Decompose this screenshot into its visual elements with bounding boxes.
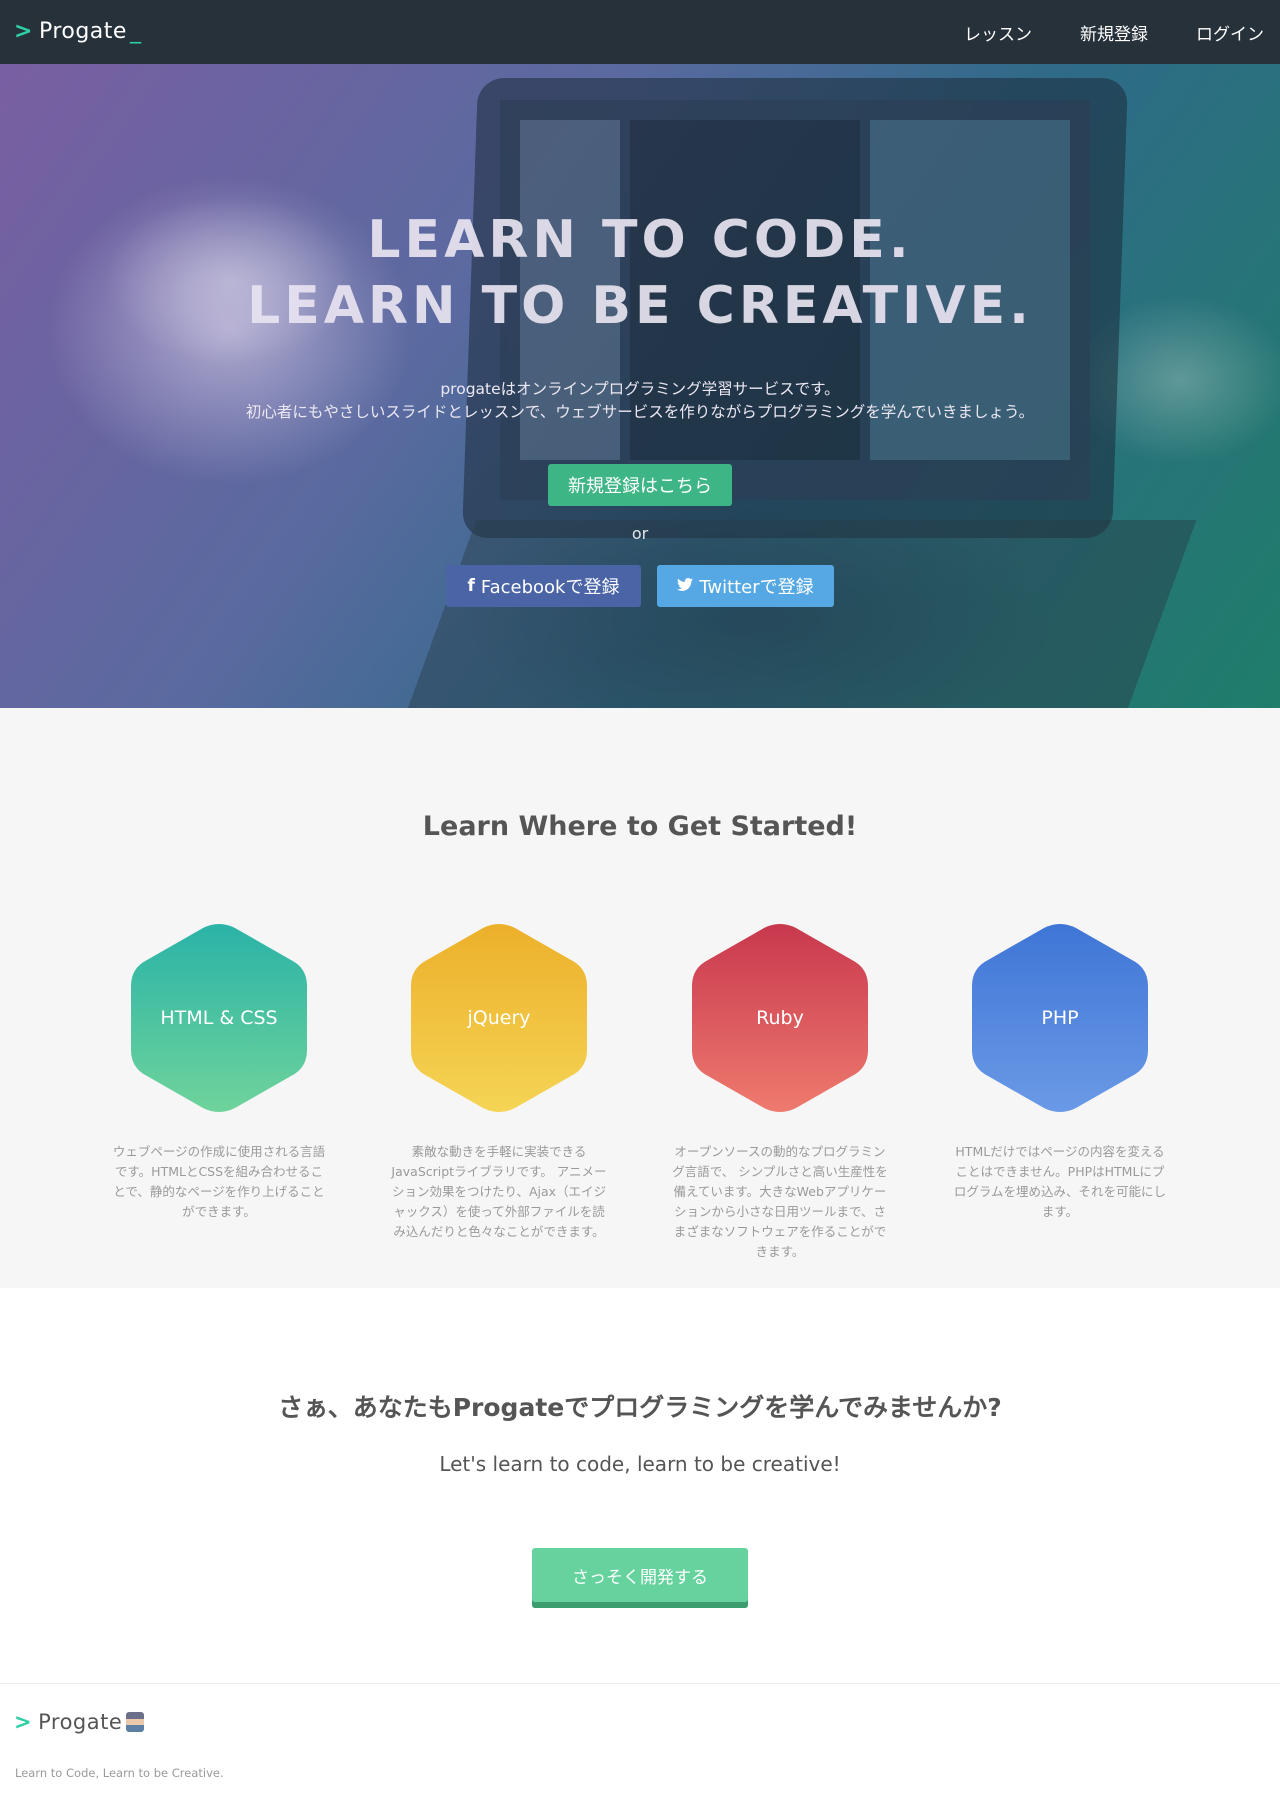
ninja-mascot-icon [126, 1712, 145, 1732]
hero-title-line2: LEARN TO BE CREATIVE. [247, 276, 1033, 336]
course-hexagon[interactable]: HTML & CSS [131, 922, 307, 1114]
cta-section: さぁ、あなたもProgateでプログラミングを学んでみませんか? Let's l… [0, 1288, 1280, 1683]
progate-logo[interactable]: > Progate _ [14, 16, 141, 46]
cta-subtitle: Let's learn to code, learn to be creativ… [439, 1452, 841, 1476]
cursor-underscore-icon: _ [129, 18, 142, 44]
nav-login-link[interactable]: ログイン [1196, 20, 1264, 45]
nav-signup-link[interactable]: 新規登録 [1080, 20, 1148, 45]
courses-section: Learn Where to Get Started! HTML & CSS ウ… [0, 708, 1280, 1288]
hero-subtitle-line2: 初心者にもやさしいスライドとレッスンで、ウェブサービスを作りながらプログラミング… [245, 403, 1035, 421]
nav-lessons-link[interactable]: レッスン [964, 20, 1032, 45]
course-hexagon[interactable]: PHP [972, 922, 1148, 1114]
footer-logo[interactable]: > Progate [14, 1710, 145, 1734]
hero-content: LEARN TO CODE. LEARN TO BE CREATIVE. pro… [0, 0, 1280, 708]
footer-tagline: Learn to Code, Learn to be Creative. [15, 1766, 224, 1780]
course-description: オープンソースの動的なプログラミング言語で、 シンプルさと高い生産性を備えていま… [672, 1144, 888, 1259]
course-ruby[interactable]: Ruby オープンソースの動的なプログラミング言語で、 シンプルさと高い生産性を… [650, 922, 910, 1262]
hero-section: LEARN TO CODE. LEARN TO BE CREATIVE. pro… [0, 0, 1280, 708]
footer-logo-text: Progate [38, 1710, 123, 1734]
course-php[interactable]: PHP HTMLだけではページの内容を変えることはできません。PHPはHTMLに… [930, 922, 1190, 1222]
hero-subtitle-line1: progateはオンラインプログラミング学習サービスです。 [440, 380, 840, 398]
start-developing-button[interactable]: さっそく開発する [532, 1548, 748, 1608]
main-nav: レッスン 新規登録 ログイン [964, 0, 1280, 64]
chevron-right-icon: > [14, 1710, 33, 1734]
twitter-signup-label: Twitterで登録 [699, 577, 814, 598]
course-label: HTML & CSS [160, 1007, 278, 1029]
course-label: jQuery [467, 1007, 531, 1029]
course-hexagon[interactable]: jQuery [411, 922, 587, 1114]
footer: > Progate Learn to Code, Learn to be Cre… [0, 1683, 1280, 1808]
course-description: HTMLだけではページの内容を変えることはできません。PHPはHTMLにプログラ… [953, 1144, 1167, 1219]
or-divider: or [631, 524, 649, 543]
hero-title-line1: LEARN TO CODE. [367, 210, 913, 270]
facebook-icon: f [467, 576, 475, 596]
signup-button[interactable]: 新規登録はこちら [548, 464, 732, 506]
cta-title: さぁ、あなたもProgateでプログラミングを学んでみませんか? [278, 1393, 1002, 1422]
facebook-signup-label: Facebookで登録 [480, 577, 620, 598]
course-description: ウェブページの作成に使用される言語です。HTMLとCSSを組み合わせることで、静… [112, 1144, 326, 1219]
twitter-bird-icon [677, 576, 694, 596]
course-hexagon[interactable]: Ruby [692, 922, 868, 1114]
twitter-signup-button[interactable]: Twitterで登録 [657, 565, 834, 607]
course-label: PHP [1041, 1007, 1079, 1029]
courses-title: Learn Where to Get Started! [422, 811, 858, 842]
top-navbar: > Progate _ レッスン 新規登録 ログイン [0, 0, 1280, 64]
course-label: Ruby [756, 1007, 804, 1029]
logo-text: Progate [38, 18, 127, 44]
course-description: 素敵な動きを手軽に実装できるJavaScriptライブラリです。 アニメーション… [391, 1144, 607, 1239]
facebook-signup-button[interactable]: f Facebookで登録 [446, 565, 641, 607]
course-html-css[interactable]: HTML & CSS ウェブページの作成に使用される言語です。HTMLとCSSを… [89, 922, 349, 1222]
course-jquery[interactable]: jQuery 素敵な動きを手軽に実装できるJavaScriptライブラリです。 … [369, 922, 629, 1242]
chevron-right-icon: > [14, 18, 33, 44]
